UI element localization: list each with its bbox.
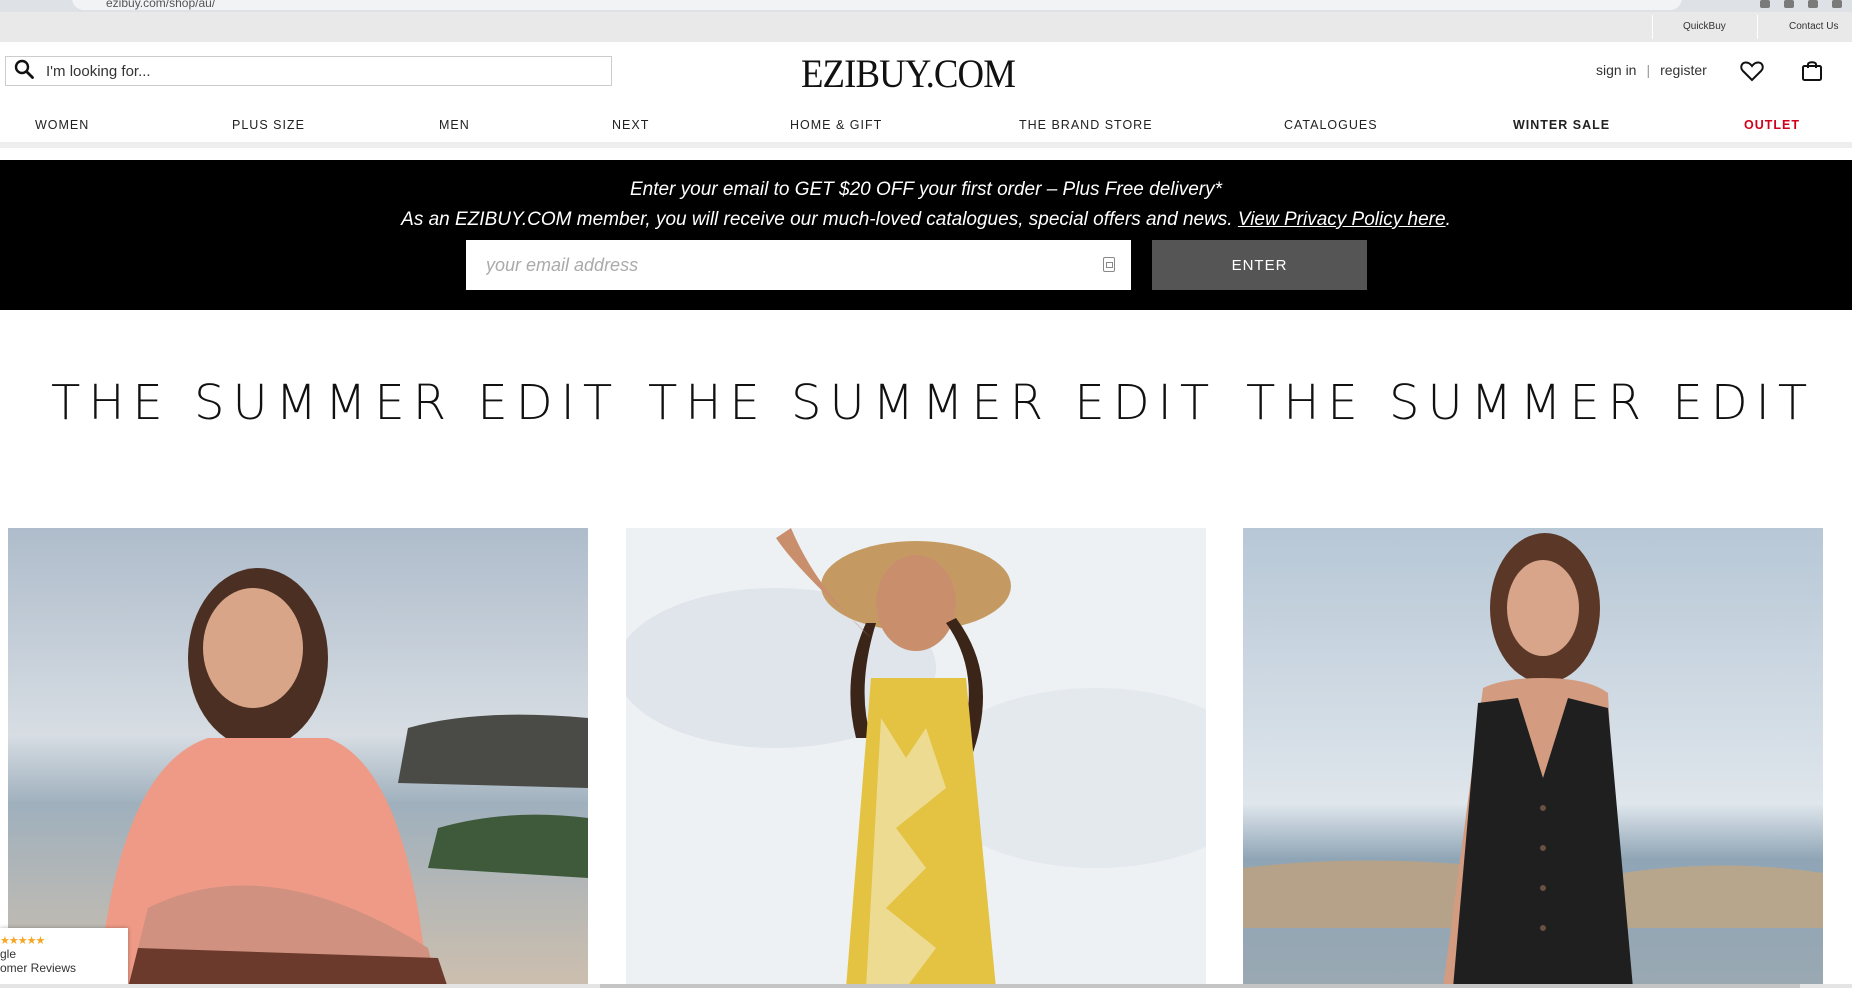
browser-extension-icons — [1760, 0, 1842, 12]
heart-icon[interactable] — [1739, 58, 1765, 84]
search-icon[interactable] — [14, 59, 34, 84]
nav-item-plus-size[interactable]: PLUS SIZE — [232, 118, 305, 132]
profile-avatar-icon[interactable] — [1832, 0, 1842, 8]
account-links: sign in | register — [1596, 62, 1707, 78]
site-header: EZIBUY.COM sign in | register — [0, 42, 1852, 102]
promo-membership-text: As an EZIBUY.COM member, you will receiv… — [401, 209, 1238, 230]
promo-headline: Enter your email to GET $20 OFF your fir… — [629, 179, 1223, 200]
contact-us-link[interactable]: Contact Us — [1789, 21, 1838, 32]
register-link[interactable]: register — [1660, 62, 1707, 78]
address-bar[interactable]: ezibuy.com/shop/au/ — [72, 0, 1682, 10]
autofill-card-icon[interactable] — [1103, 257, 1115, 272]
site-logo[interactable]: EZIBUY.COM — [801, 50, 1016, 97]
bag-icon[interactable] — [1799, 58, 1825, 84]
reviews-badge-line1: gle — [0, 947, 17, 961]
privacy-policy-link[interactable]: View Privacy Policy here — [1238, 209, 1446, 230]
nav-item-outlet[interactable]: OUTLET — [1744, 118, 1800, 132]
sign-in-link[interactable]: sign in — [1596, 62, 1636, 78]
main-navigation: WOMEN PLUS SIZE MEN NEXT HOME & GIFT THE… — [0, 102, 1852, 148]
nav-item-catalogues[interactable]: CATALOGUES — [1284, 118, 1378, 132]
browser-toolbar: ezibuy.com/shop/au/ — [0, 0, 1852, 12]
product-image-yellow-dress[interactable] — [626, 528, 1206, 988]
divider — [1652, 15, 1653, 39]
reviews-badge-line2: omer Reviews — [0, 961, 77, 975]
nav-item-men[interactable]: MEN — [439, 118, 470, 132]
divider — [1757, 15, 1758, 39]
utility-bar: QuickBuy Contact Us — [0, 12, 1852, 42]
nav-item-brand-store[interactable]: THE BRAND STORE — [1019, 118, 1153, 132]
nav-item-next[interactable]: NEXT — [612, 118, 649, 132]
promo-subtext: As an EZIBUY.COM member, you will receiv… — [0, 209, 1852, 231]
nav-item-winter-sale[interactable]: WINTER SALE — [1513, 118, 1610, 132]
nav-item-women[interactable]: WOMEN — [35, 118, 89, 132]
edit-title-2[interactable]: THE SUMMER EDIT — [648, 375, 1217, 431]
quickbuy-link[interactable]: QuickBuy — [1683, 21, 1726, 32]
product-image-black-dress[interactable] — [1243, 528, 1823, 988]
edit-title-3[interactable]: THE SUMMER EDIT — [1246, 375, 1815, 431]
promo-period: . — [1445, 209, 1451, 230]
product-image-coral-top[interactable] — [8, 528, 588, 988]
horizontal-scrollbar[interactable] — [0, 984, 1852, 988]
email-field[interactable] — [486, 254, 1086, 276]
extension-icon[interactable] — [1760, 0, 1770, 8]
extension-icon[interactable] — [1784, 0, 1794, 8]
nav-item-home-gift[interactable]: HOME & GIFT — [790, 118, 882, 132]
email-field-box[interactable] — [466, 240, 1131, 290]
newsletter-banner: Enter your email to GET $20 OFF your fir… — [0, 160, 1852, 310]
rating-stars-icon: ★★★★★ — [0, 935, 45, 947]
enter-button[interactable]: ENTER — [1152, 240, 1367, 290]
search-input[interactable] — [46, 62, 586, 80]
scrollbar-thumb[interactable] — [600, 984, 1800, 988]
edit-title-1[interactable]: THE SUMMER EDIT — [51, 375, 620, 431]
divider: | — [1646, 62, 1651, 78]
extension-icon[interactable] — [1808, 0, 1818, 8]
google-reviews-badge[interactable]: ★★★★★ gle omer Reviews — [0, 928, 128, 988]
search-box[interactable] — [5, 56, 612, 86]
